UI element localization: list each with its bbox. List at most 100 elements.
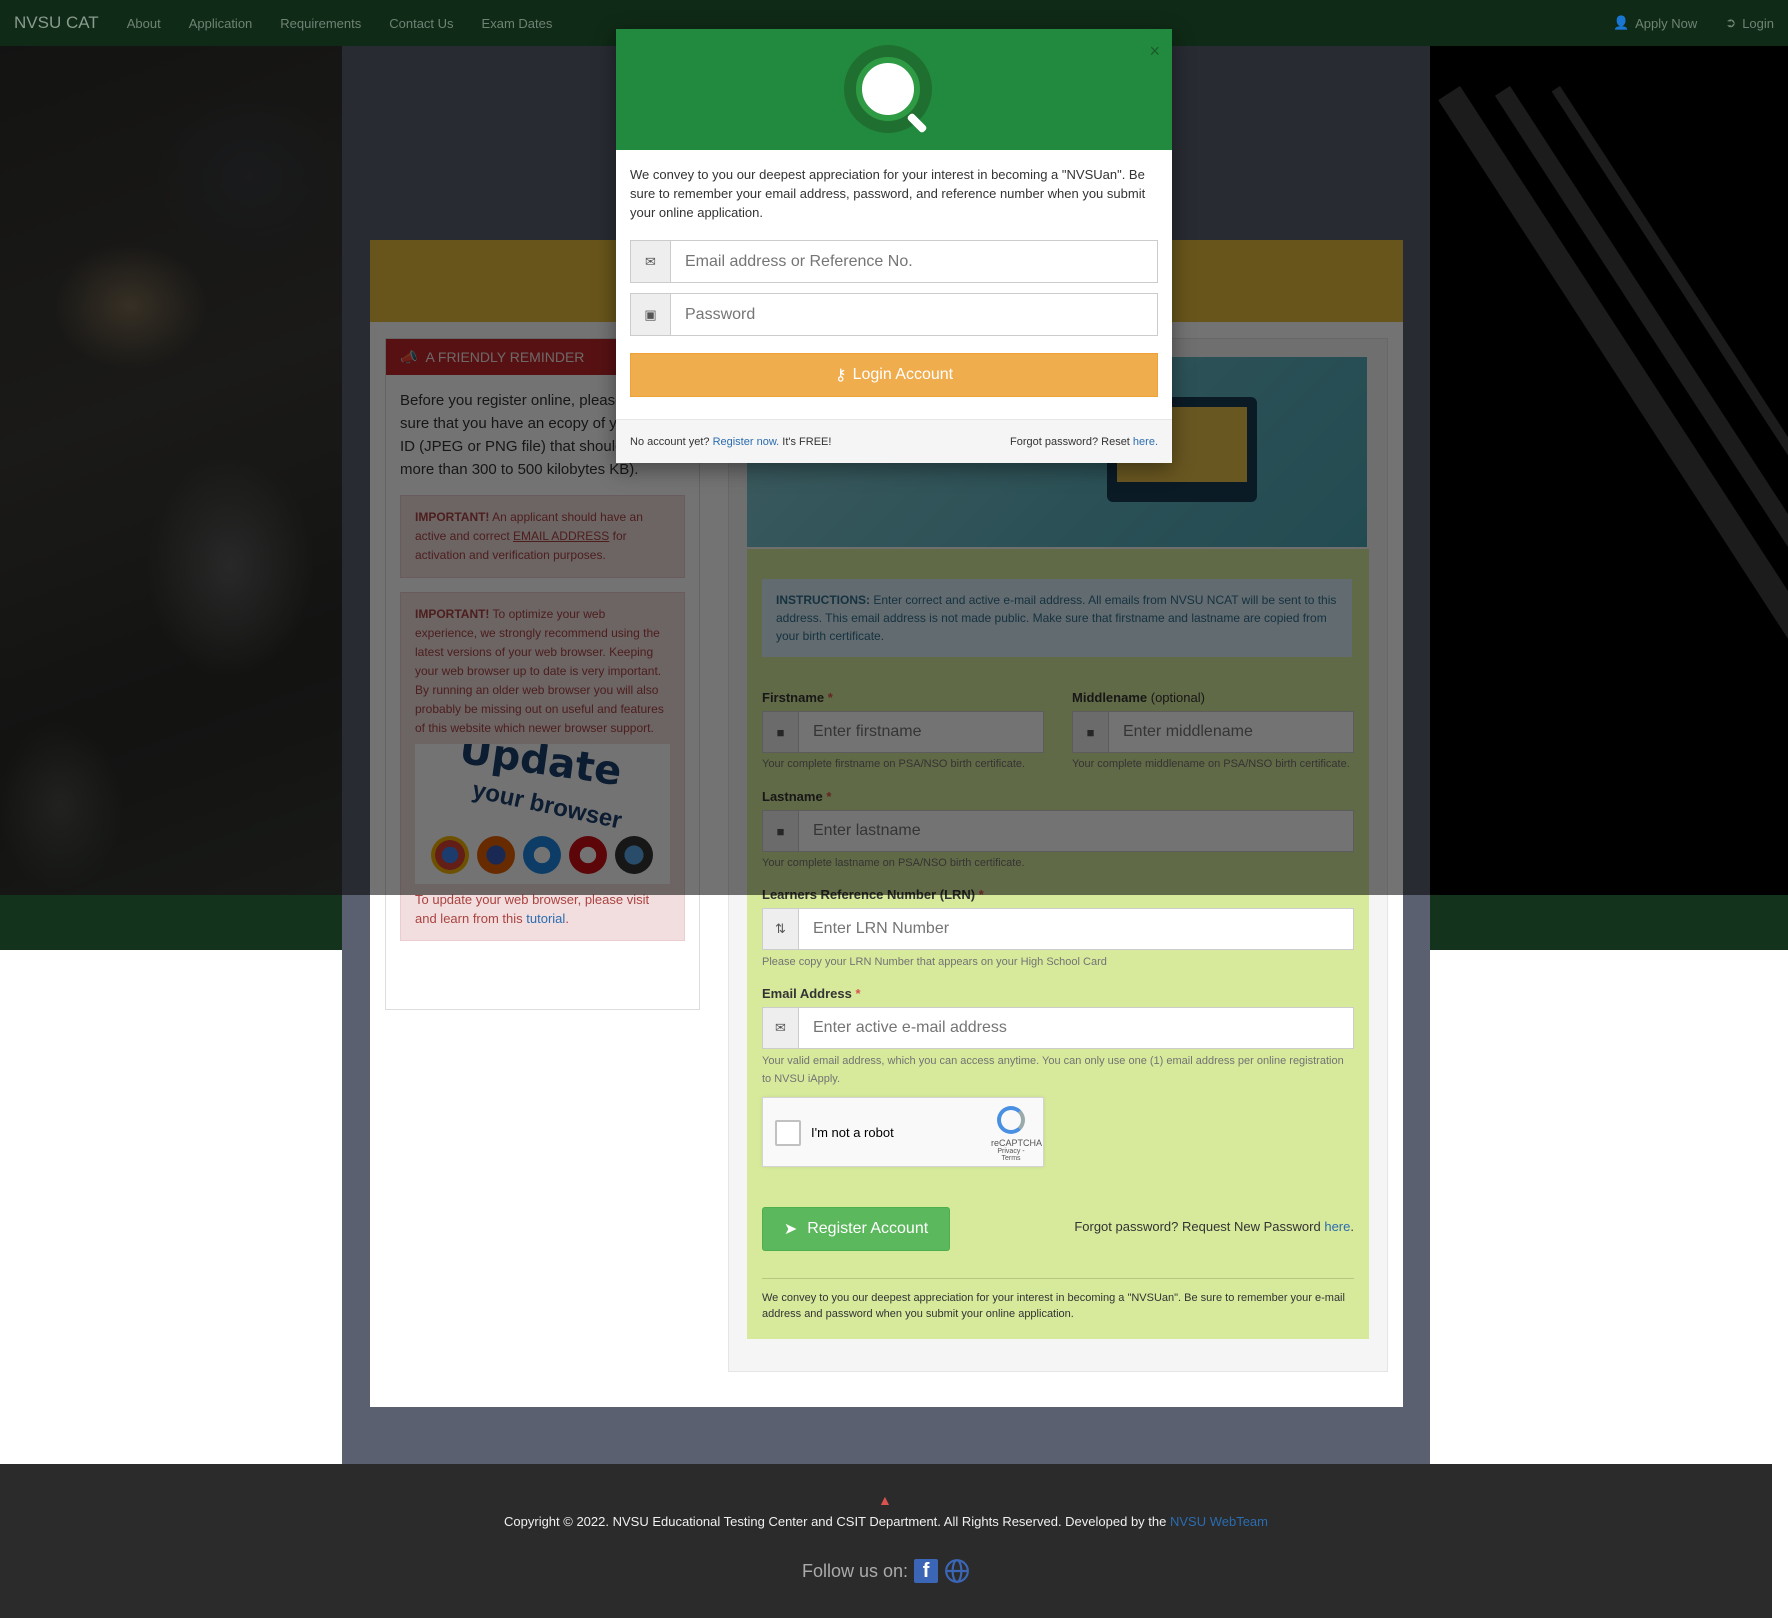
firefox-icon <box>477 836 515 874</box>
user-icon: ■ <box>763 712 799 752</box>
hero-bottom-right <box>1430 895 1788 950</box>
registration-footnote: We convey to you our deepest appreciatio… <box>762 1292 1345 1320</box>
bullhorn-icon: 📣 <box>400 348 418 365</box>
opera-icon <box>569 836 607 874</box>
tutorial-link[interactable]: tutorial <box>526 911 565 926</box>
hero-background-right <box>1430 46 1788 950</box>
webteam-link[interactable]: NVSU WebTeam <box>1170 1514 1268 1529</box>
forgot-end: . <box>1350 1219 1354 1234</box>
modal-body: We convey to you our deepest appreciatio… <box>616 150 1172 397</box>
update-image-text: Update <box>456 744 625 796</box>
middlename-help: Your complete middlename on PSA/NSO birt… <box>1072 758 1350 770</box>
paper-plane-icon: ➤ <box>783 1221 798 1238</box>
lastname-label-text: Lastname <box>762 789 823 804</box>
envelope-icon: ✉ <box>763 1008 799 1048</box>
recaptcha-brand: reCAPTCHA <box>991 1138 1043 1148</box>
login-link[interactable]: ➲ Login <box>1725 15 1774 31</box>
user-icon: ■ <box>763 811 799 851</box>
alert-strong: IMPORTANT! <box>415 510 490 524</box>
recaptcha-label: I'm not a robot <box>811 1125 894 1140</box>
register-account-button[interactable]: ➤ Register Account <box>762 1207 950 1251</box>
tutorial-end: . <box>565 911 569 926</box>
nav-right: 👤 Apply Now ➲ Login <box>1613 15 1774 31</box>
login-email-input[interactable] <box>671 241 1157 282</box>
nvsu-cat-logo <box>844 45 932 133</box>
recaptcha-logo: reCAPTCHA Privacy - Terms <box>991 1106 1043 1162</box>
middlename-label-text: Middlename <box>1072 690 1148 705</box>
key-icon: ⚷ <box>834 367 847 384</box>
sign-in-icon: ➲ <box>1725 15 1737 30</box>
firstname-input[interactable] <box>799 712 1043 752</box>
recaptcha-terms[interactable]: Privacy - Terms <box>991 1148 1031 1162</box>
login-password-input[interactable] <box>671 294 1157 335</box>
required-mark: * <box>826 789 832 804</box>
lastname-help: Your complete lastname on PSA/NSO birth … <box>762 857 1025 869</box>
modal-header: × <box>616 29 1172 150</box>
email-help: Your valid email address, which you can … <box>762 1055 1344 1085</box>
follow-us: Follow us on: f <box>0 1558 1772 1584</box>
follow-label: Follow us on: <box>801 1560 909 1581</box>
nav-about[interactable]: About <box>127 16 161 31</box>
forgot-text: Forgot password? Request New Password <box>1074 1219 1325 1234</box>
forgot-password-request: Forgot password? Request New Password he… <box>1074 1219 1354 1234</box>
reset-password-link[interactable]: here. <box>1133 436 1158 448</box>
lrn-help: Please copy your LRN Number that appears… <box>762 956 1107 968</box>
login-password-group: ▣ <box>630 293 1158 336</box>
decor-stripe <box>1438 86 1788 950</box>
brand-link[interactable]: NVSU CAT <box>14 13 99 33</box>
recaptcha-widget: I'm not a robot reCAPTCHA Privacy - Term… <box>762 1097 1044 1167</box>
alert-text: To optimize your web experience, we stro… <box>415 607 664 735</box>
nav-application[interactable]: Application <box>189 16 253 31</box>
alert-email-emphasis: EMAIL ADDRESS <box>513 529 610 543</box>
middlename-input[interactable] <box>1109 712 1353 752</box>
login-label: Login <box>1742 15 1774 31</box>
firstname-help: Your complete firstname on PSA/NSO birth… <box>762 758 1026 770</box>
lrn-group: ⇅ <box>762 908 1354 950</box>
registration-form: INSTRUCTIONS: Enter correct and active e… <box>747 549 1369 1339</box>
email-alert: IMPORTANT! An applicant should have an a… <box>400 495 685 578</box>
apply-now-link[interactable]: 👤 Apply Now <box>1613 15 1697 31</box>
lock-icon: ▣ <box>631 294 671 335</box>
lrn-label: Learners Reference Number (LRN) * <box>762 887 984 902</box>
email-label-text: Email Address <box>762 986 852 1001</box>
user-icon: 👤 <box>1612 15 1630 30</box>
required-mark: * <box>978 887 984 902</box>
scroll-top-icon[interactable]: ▲ <box>878 1492 892 1508</box>
no-account-text: No account yet? Register now. It's FREE! <box>630 436 831 448</box>
firstname-label: Firstname * <box>762 690 833 705</box>
update-browser-image: Update your browser <box>415 744 670 884</box>
nav-contact-us[interactable]: Contact Us <box>389 16 453 31</box>
firstname-group: ■ <box>762 711 1044 753</box>
login-account-button[interactable]: ⚷ Login Account <box>630 353 1158 397</box>
instructions-strong: INSTRUCTIONS: <box>776 593 870 607</box>
instructions-box: INSTRUCTIONS: Enter correct and active e… <box>762 579 1352 657</box>
forgot-label: Forgot password? Reset <box>1010 435 1133 448</box>
registration-panel: INSTRUCTIONS: Enter correct and active e… <box>728 338 1388 1372</box>
facebook-icon[interactable]: f <box>914 1559 939 1583</box>
recaptcha-checkbox[interactable] <box>775 1120 801 1146</box>
envelope-icon: ✉ <box>631 241 671 282</box>
hero-bottom-left <box>0 895 342 950</box>
email-input[interactable] <box>799 1008 1353 1048</box>
lastname-input[interactable] <box>799 811 1353 851</box>
hero-background-left <box>0 46 342 950</box>
magnifier-icon <box>856 57 920 121</box>
optional-mark: (optional) <box>1150 690 1205 705</box>
alert-strong: IMPORTANT! <box>415 607 490 621</box>
required-mark: * <box>827 690 833 705</box>
globe-icon[interactable] <box>944 1558 970 1584</box>
free-label: It's FREE! <box>779 435 832 448</box>
nav-requirements[interactable]: Requirements <box>280 16 361 31</box>
required-mark: * <box>855 986 861 1001</box>
email-group: ✉ <box>762 1007 1354 1049</box>
request-password-link[interactable]: here <box>1324 1219 1350 1234</box>
register-now-link[interactable]: Register now. <box>713 436 780 448</box>
modal-intro-text: We convey to you our deepest appreciatio… <box>630 167 1146 220</box>
browser-alert: IMPORTANT! To optimize your web experien… <box>400 592 685 941</box>
reminder-title: A FRIENDLY REMINDER <box>425 349 585 365</box>
lastname-group: ■ <box>762 810 1354 852</box>
nav-exam-dates[interactable]: Exam Dates <box>482 16 553 31</box>
lrn-input[interactable] <box>799 909 1353 949</box>
page-footer: ▲ Copyright © 2022. NVSU Educational Tes… <box>0 1464 1772 1618</box>
close-button[interactable]: × <box>1149 41 1160 62</box>
